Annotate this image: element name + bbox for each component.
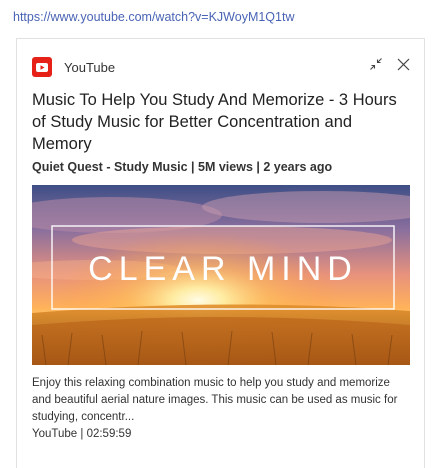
card-header: YouTube [32, 57, 115, 77]
video-footer: YouTube | 02:59:59 [32, 428, 132, 440]
youtube-preview-card: YouTube Music To Help You Study And Memo… [16, 38, 425, 468]
source-label: YouTube [64, 59, 116, 75]
video-thumbnail[interactable]: CLEAR MIND [32, 185, 410, 365]
close-icon[interactable] [397, 58, 410, 71]
thumbnail-title-text: CLEAR MIND [88, 250, 358, 288]
video-title[interactable]: Music To Help You Study And Memorize - 3… [32, 89, 412, 155]
collapse-arrows-icon[interactable] [369, 57, 383, 71]
video-url-link[interactable]: https://www.youtube.com/watch?v=KJWoyM1Q… [13, 10, 294, 24]
video-meta: Quiet Quest - Study Music | 5M views | 2… [32, 160, 333, 174]
youtube-logo-icon [32, 57, 52, 77]
video-description: Enjoy this relaxing combination music to… [32, 377, 398, 423]
